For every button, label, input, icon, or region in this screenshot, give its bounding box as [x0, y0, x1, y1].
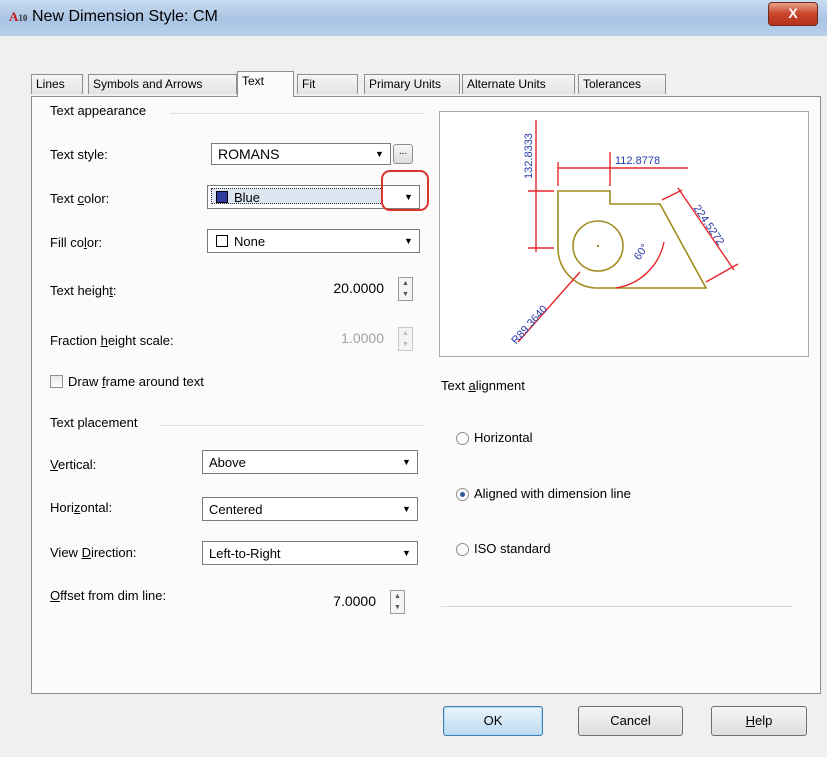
- chevron-down-icon: ▼: [402, 504, 411, 514]
- fill-color-dropdown[interactable]: None ▼: [207, 229, 420, 253]
- text-height-spinner[interactable]: ▲ ▼: [398, 277, 413, 301]
- dim-horizontal-text: 112.8778: [615, 155, 660, 167]
- dim-angle-text: 60°: [632, 242, 651, 263]
- tab-text[interactable]: Text: [237, 71, 294, 97]
- offset-label: Offset from dim line:: [50, 588, 167, 603]
- fraction-height-scale-spinner[interactable]: ▲ ▼: [398, 327, 413, 351]
- none-color-swatch: [216, 235, 228, 247]
- alignment-aligned-radio[interactable]: [456, 488, 469, 501]
- spin-up-icon: ▲: [394, 593, 401, 600]
- blue-color-swatch: [216, 191, 228, 203]
- tab-lines[interactable]: Lines: [31, 74, 83, 94]
- dim-radius-text: R89.3640: [509, 303, 550, 346]
- ok-button[interactable]: OK: [443, 706, 543, 736]
- offset-spinner[interactable]: ▲ ▼: [390, 590, 405, 614]
- fraction-height-scale-input[interactable]: 1.0000: [300, 327, 384, 351]
- highlight-callout: [381, 170, 429, 211]
- chevron-down-icon: ▼: [402, 457, 411, 467]
- alignment-divider: [441, 606, 793, 607]
- cancel-button[interactable]: Cancel: [578, 706, 683, 736]
- view-direction-label: View Direction:: [50, 545, 137, 560]
- group-divider: [170, 113, 425, 114]
- dim-vertical-text: 132.8333: [523, 133, 535, 179]
- fraction-height-scale-label: Fraction height scale:: [50, 333, 174, 348]
- spin-down-icon: ▼: [402, 291, 409, 298]
- part-outline: [557, 190, 708, 289]
- text-appearance-heading: Text appearance: [50, 103, 147, 118]
- text-alignment-heading: Text alignment: [441, 378, 525, 393]
- tab-tolerances[interactable]: Tolerances: [578, 74, 666, 94]
- tab-symbols-and-arrows[interactable]: Symbols and Arrows: [88, 74, 237, 94]
- alignment-horizontal-label: Horizontal: [474, 430, 533, 445]
- dimension-preview: 132.8333 112.8778 224.5272 60° R89.3640: [439, 111, 809, 357]
- text-style-browse-button[interactable]: ...: [393, 144, 413, 164]
- text-style-label: Text style:: [50, 147, 108, 162]
- tab-fit[interactable]: Fit: [297, 74, 358, 94]
- alignment-aligned-label: Aligned with dimension line: [474, 486, 631, 501]
- alignment-horizontal-radio[interactable]: [456, 432, 469, 445]
- alignment-iso-radio[interactable]: [456, 543, 469, 556]
- horizontal-dropdown[interactable]: Centered ▼: [202, 497, 418, 521]
- dim-aligned-text: 224.5272: [691, 203, 727, 248]
- vertical-dropdown[interactable]: Above ▼: [202, 450, 418, 474]
- spin-down-icon: ▼: [402, 341, 409, 348]
- draw-frame-checkbox[interactable]: [50, 375, 63, 388]
- chevron-down-icon: ▼: [402, 548, 411, 558]
- alignment-iso-label: ISO standard: [474, 541, 551, 556]
- text-color-label: Text color:: [50, 191, 110, 206]
- autocad-app-icon: A10: [9, 9, 28, 24]
- group-divider: [160, 425, 425, 426]
- text-height-label: Text height:: [50, 283, 117, 298]
- vertical-label: Vertical:: [50, 457, 97, 472]
- help-button[interactable]: Help: [711, 706, 807, 736]
- draw-frame-label: Draw frame around text: [68, 374, 204, 389]
- preview-drawing: 132.8333 112.8778 224.5272 60° R89.3640: [509, 120, 739, 347]
- text-height-input[interactable]: 20.0000: [300, 277, 384, 301]
- close-button[interactable]: X: [768, 2, 818, 26]
- chevron-down-icon: ▼: [375, 149, 384, 159]
- title-bar: A10 New Dimension Style: CM X: [0, 0, 827, 37]
- horizontal-label: Horizontal:: [50, 500, 113, 515]
- spin-down-icon: ▼: [394, 604, 401, 611]
- spin-up-icon: ▲: [402, 280, 409, 287]
- window-title: New Dimension Style: CM: [32, 8, 218, 25]
- tab-alternate-units[interactable]: Alternate Units: [462, 74, 575, 94]
- text-placement-heading: Text placement: [50, 415, 138, 430]
- spin-up-icon: ▲: [402, 330, 409, 337]
- view-direction-dropdown[interactable]: Left-to-Right ▼: [202, 541, 418, 565]
- chevron-down-icon: ▼: [404, 236, 413, 246]
- fill-color-label: Fill color:: [50, 235, 103, 250]
- offset-input[interactable]: 7.0000: [292, 590, 376, 614]
- tab-primary-units[interactable]: Primary Units: [364, 74, 460, 94]
- close-icon: X: [788, 5, 798, 21]
- text-style-dropdown[interactable]: ROMANS ▼: [211, 143, 391, 165]
